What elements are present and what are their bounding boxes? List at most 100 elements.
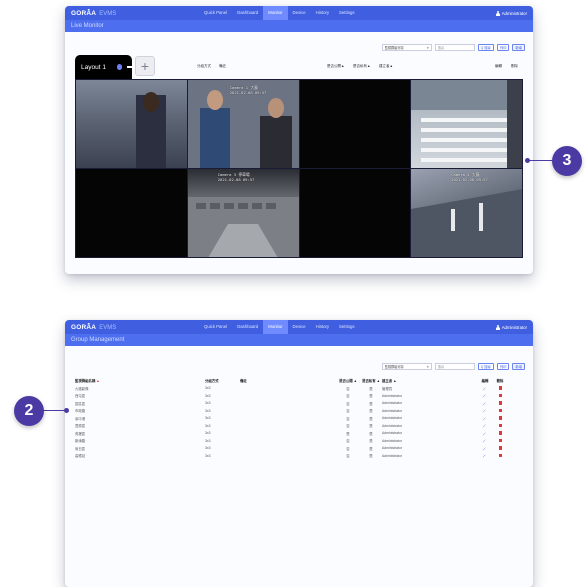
search-button[interactable]: Q 搜尋 bbox=[477, 363, 494, 370]
header-group-name[interactable]: 監視群組名稱 ▲ bbox=[73, 378, 205, 383]
nav-settings[interactable]: Settings bbox=[334, 6, 360, 20]
print-button[interactable]: 列印 bbox=[496, 363, 510, 370]
table-row[interactable]: 區區區 3x3 否 是 Administrator | bbox=[73, 400, 525, 408]
group-private: 是 bbox=[369, 416, 373, 421]
pencil-icon: | bbox=[482, 438, 488, 443]
camera-tile-4[interactable] bbox=[411, 80, 522, 168]
edit-button[interactable]: | bbox=[478, 408, 492, 413]
camera-tile-8[interactable]: Camera 4 大廳 2021-02-08 09:57 bbox=[411, 169, 522, 257]
video-wall: Camera 1 大廳 2021-02-08 09:57 Camera 3 停車… bbox=[75, 79, 523, 258]
user-name: Administrator bbox=[501, 10, 527, 16]
edit-button[interactable]: | bbox=[478, 431, 492, 436]
group-select[interactable]: 監視群組可存 ▾ bbox=[381, 44, 432, 51]
group-select[interactable]: 監視群組可存 ▾ bbox=[381, 363, 432, 370]
nav-monitor[interactable]: Monitor bbox=[263, 6, 288, 20]
col-header-type: 分組方式 bbox=[197, 64, 211, 68]
user-menu[interactable]: Administrator bbox=[495, 10, 527, 16]
camera-tile-2[interactable]: Camera 1 大廳 2021-02-08 09:57 bbox=[187, 80, 299, 168]
camera-tile-1[interactable] bbox=[76, 80, 187, 168]
pencil-icon: | bbox=[482, 393, 488, 398]
top-navbar: GORÂ̂A EVMS Quick Panel Dashboard Monito… bbox=[65, 320, 533, 334]
user-icon bbox=[495, 324, 500, 330]
group-type: 3x3 bbox=[205, 393, 211, 398]
header-public[interactable]: 是否公開 ▲ bbox=[336, 378, 360, 383]
sort-asc-icon: ▲ bbox=[96, 379, 100, 384]
layout-badge-icon[interactable] bbox=[116, 64, 123, 70]
search-button[interactable]: Q 搜尋 bbox=[477, 44, 494, 51]
nav-device[interactable]: Device bbox=[288, 320, 311, 334]
group-creator: 管理員 bbox=[382, 386, 393, 391]
table-row[interactable]: 新湳路 3x3 否 是 Administrator | bbox=[73, 437, 525, 445]
search-input[interactable]: 搜尋 bbox=[434, 363, 475, 370]
table-row[interactable]: 西屯區 3x3 否 是 Administrator | bbox=[73, 392, 525, 400]
page-title: Group Management bbox=[65, 334, 533, 346]
delete-button[interactable] bbox=[492, 423, 508, 429]
delete-button[interactable] bbox=[492, 453, 508, 459]
delete-button[interactable] bbox=[492, 386, 508, 391]
layout-tab[interactable]: Layout 1 bbox=[75, 55, 132, 79]
nav-history[interactable]: History bbox=[311, 6, 334, 20]
camera-tile-3[interactable] bbox=[299, 80, 411, 168]
nav-monitor[interactable]: Monitor bbox=[263, 320, 288, 334]
col-header-private[interactable]: 是否私有▲ bbox=[353, 64, 370, 69]
group-management-screen: GORÂ̂A EVMS Quick Panel Dashboard Monito… bbox=[65, 320, 533, 587]
edit-button[interactable]: | bbox=[478, 423, 492, 428]
delete-button[interactable] bbox=[492, 408, 508, 414]
edit-button[interactable]: | bbox=[478, 453, 492, 458]
pencil-icon: | bbox=[482, 401, 488, 406]
delete-button[interactable] bbox=[492, 446, 508, 451]
group-name: 烏日區 bbox=[75, 446, 86, 451]
header-creator[interactable]: 建立者 ▲ bbox=[382, 378, 478, 383]
nav-device[interactable]: Device bbox=[288, 6, 311, 20]
add-layout-button[interactable]: + bbox=[135, 56, 155, 76]
edit-button[interactable]: | bbox=[478, 416, 492, 421]
table-row[interactable]: 高鐵站 3x3 否 是 Administrator | bbox=[73, 452, 525, 460]
add-button[interactable]: 新增 bbox=[512, 44, 525, 51]
edit-button[interactable]: | bbox=[478, 438, 492, 443]
edit-button[interactable]: | bbox=[478, 401, 492, 406]
add-button[interactable]: 新增 bbox=[512, 363, 525, 370]
nav-settings[interactable]: Settings bbox=[334, 320, 360, 334]
table-row[interactable]: 烏日區 3x3 否 是 Administrator | bbox=[73, 445, 525, 453]
brand-logo[interactable]: GORÂ̂A EVMS bbox=[71, 10, 199, 17]
col-header-creator[interactable]: 建立者▲ bbox=[379, 64, 393, 69]
camera-tile-6[interactable]: Camera 3 停車場 2021-02-08 09:57 bbox=[187, 169, 299, 257]
table-row[interactable]: 苑裡區 3x3 是 是 Administrator | bbox=[73, 430, 525, 438]
table-row[interactable]: 九德影像 3x3 否 是 管理員 | bbox=[73, 385, 525, 393]
nav-dashboard[interactable]: Dashboard bbox=[232, 6, 263, 20]
group-type: 3x3 bbox=[205, 408, 211, 413]
table-row[interactable]: 臺中港 3x3 否 是 Administrator | bbox=[73, 415, 525, 423]
col-header-note: 備註 bbox=[219, 64, 226, 68]
delete-button[interactable] bbox=[492, 401, 508, 406]
col-header-public[interactable]: 是否公開▲ bbox=[327, 64, 344, 69]
nav-dashboard[interactable]: Dashboard bbox=[232, 320, 263, 334]
camera-tile-5[interactable] bbox=[76, 169, 187, 257]
group-creator: Administrator bbox=[382, 431, 402, 436]
group-private: 是 bbox=[369, 409, 373, 414]
edit-button[interactable]: | bbox=[478, 393, 492, 398]
user-menu[interactable]: Administrator bbox=[495, 324, 527, 330]
group-public: 否 bbox=[346, 446, 350, 451]
edit-button[interactable]: | bbox=[478, 446, 492, 451]
group-public: 是 bbox=[346, 431, 350, 436]
minimize-icon[interactable] bbox=[127, 66, 132, 68]
camera-timestamp: 2021-02-08 09:57 bbox=[451, 176, 488, 182]
group-private: 是 bbox=[369, 386, 373, 391]
nav-quick-panel[interactable]: Quick Panel bbox=[199, 6, 232, 20]
delete-button[interactable] bbox=[492, 393, 508, 399]
table-body: 九德影像 3x3 否是管理員 | 西屯區 3x3 否是 Administrator | 區區區 3x… bbox=[73, 385, 525, 460]
delete-button[interactable] bbox=[492, 438, 508, 444]
header-private[interactable]: 是否私有 ▲ bbox=[360, 378, 382, 383]
edit-button[interactable]: | bbox=[478, 386, 492, 391]
brand-logo[interactable]: GORÂ̂A EVMS bbox=[71, 324, 199, 331]
search-input[interactable]: 搜尋 bbox=[434, 44, 475, 51]
camera-tile-7[interactable] bbox=[299, 169, 411, 257]
table-row[interactable]: 市政路 3x3 否 是 Administrator | bbox=[73, 407, 525, 415]
nav-quick-panel[interactable]: Quick Panel bbox=[199, 320, 232, 334]
table-row[interactable]: 豐原區 3x3 否 是 Administrator | bbox=[73, 422, 525, 430]
delete-button[interactable] bbox=[492, 416, 508, 421]
nav-history[interactable]: History bbox=[311, 320, 334, 334]
delete-button[interactable] bbox=[492, 431, 508, 436]
print-button[interactable]: 列印 bbox=[496, 44, 510, 51]
group-private: 是 bbox=[369, 446, 373, 451]
